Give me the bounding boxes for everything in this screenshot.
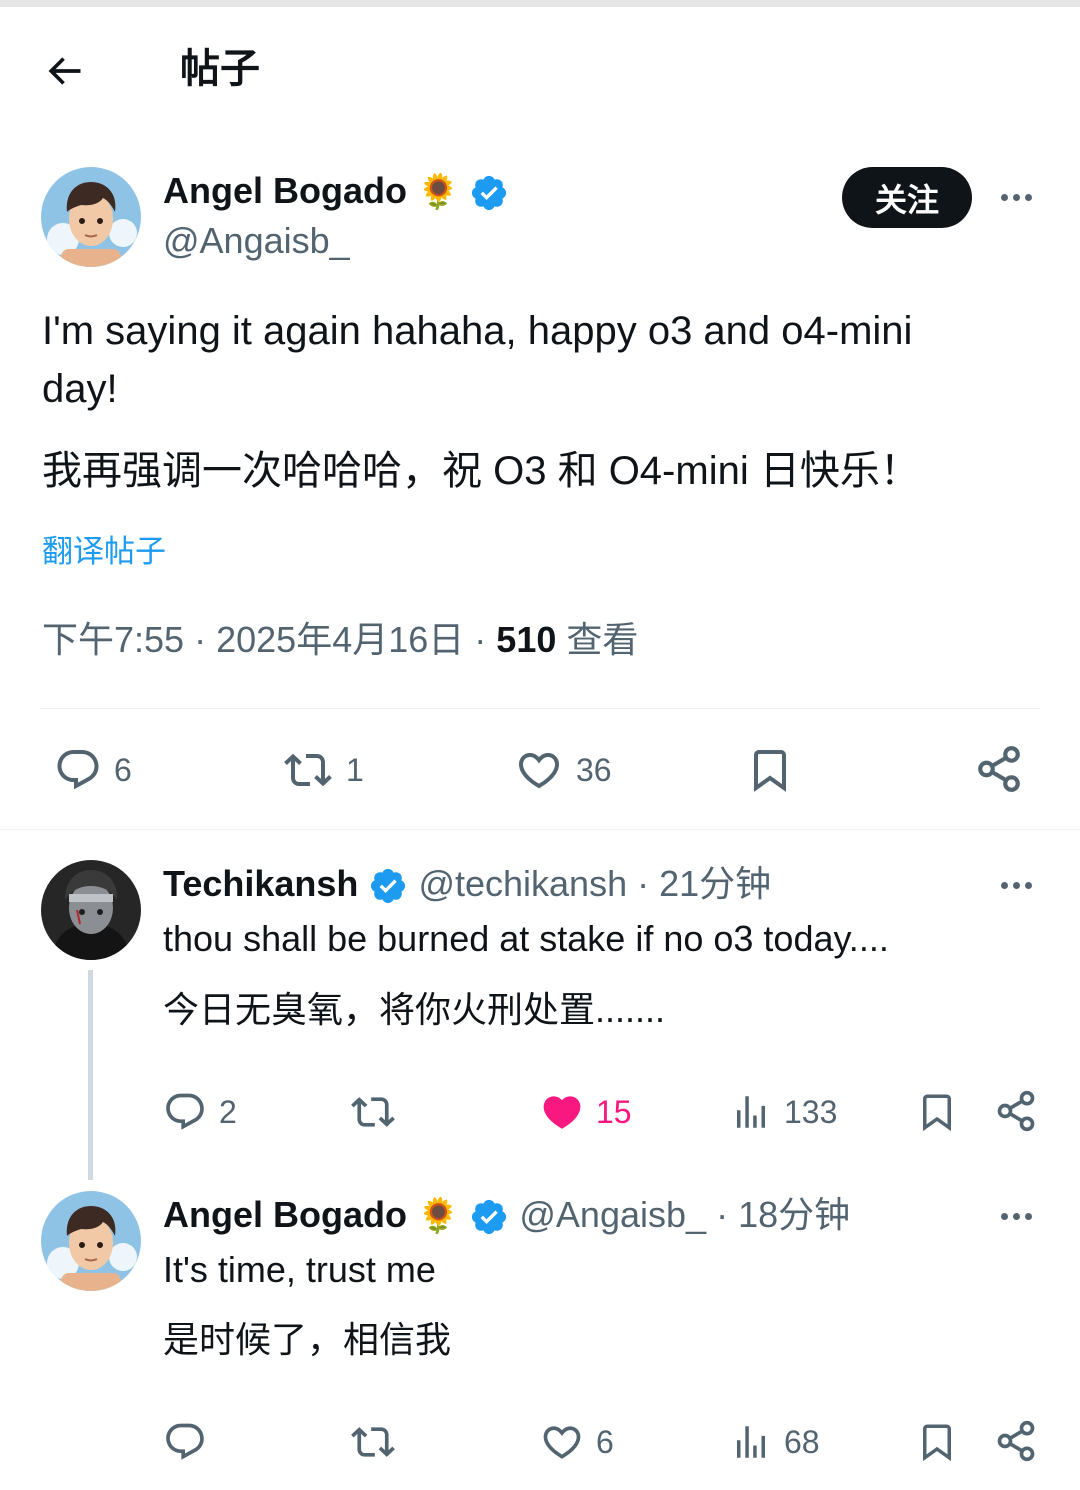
avatar-image: [41, 860, 141, 960]
bookmark-button[interactable]: [746, 744, 794, 796]
author-name-row[interactable]: Angel Bogado 🌻: [163, 169, 509, 214]
reply-share-button[interactable]: [994, 1418, 1038, 1464]
post-text-en-line1: I'm saying it again hahaha, happy o3 and…: [42, 309, 913, 353]
share-icon: [974, 744, 1024, 794]
avatar-image: [41, 167, 141, 267]
post-meta: 下午7:55 · 2025年4月16日 · 510 查看: [42, 616, 638, 664]
translate-post-link[interactable]: 翻译帖子: [42, 530, 166, 574]
bookmark-icon: [746, 744, 794, 796]
meta-separator: ·: [194, 619, 207, 660]
share-icon: [994, 1418, 1038, 1464]
post-text-en-line2: day!: [42, 367, 118, 411]
reply-text-en: thou shall be burned at stake if no o3 t…: [163, 918, 889, 959]
reply-more-options-button[interactable]: [994, 870, 1038, 900]
reply-author-name[interactable]: Angel Bogado: [163, 1194, 407, 1235]
author-avatar[interactable]: [41, 167, 141, 267]
reply-header: Angel Bogado 🌻 @Angaisb_ · 18分钟: [163, 1193, 850, 1238]
sunflower-emoji: 🌻: [417, 173, 460, 211]
repost-icon: [350, 1420, 396, 1464]
post-text-en: I'm saying it again hahaha, happy o3 and…: [42, 302, 1042, 418]
share-button[interactable]: [974, 744, 1024, 794]
thread-connector-line: [88, 970, 93, 1180]
divider: [0, 829, 1080, 830]
like-button[interactable]: 36: [514, 746, 612, 794]
reply-author-avatar[interactable]: [41, 860, 141, 960]
views-count: 68: [784, 1424, 820, 1460]
reply-like-button[interactable]: 6: [540, 1420, 614, 1464]
reply-icon: [54, 746, 102, 794]
reply-icon: [163, 1420, 207, 1464]
reply-author-handle[interactable]: @Angaisb_: [519, 1194, 706, 1235]
reply-author-handle[interactable]: @techikansh: [418, 863, 627, 904]
views-chart-icon: [730, 1420, 772, 1464]
post-text-zh: 我再强调一次哈哈哈，祝 O3 和 O4-mini 日快乐！: [42, 449, 920, 493]
views-chart-icon: [730, 1090, 772, 1134]
verified-badge-icon: [469, 173, 509, 213]
like-count: 36: [576, 752, 612, 788]
reply-text-zh: 是时候了，相信我: [163, 1319, 452, 1360]
reply-bookmark-button[interactable]: [916, 1088, 958, 1136]
post-time: 下午7:55: [42, 619, 185, 660]
reply-header: Techikansh @techikansh · 21分钟: [163, 862, 771, 906]
bookmark-icon: [916, 1088, 958, 1136]
repost-button[interactable]: 1: [282, 746, 364, 794]
divider: [40, 708, 1040, 709]
meta-separator: ·: [637, 863, 650, 904]
like-count: 6: [596, 1424, 614, 1460]
reply-author-avatar[interactable]: [41, 1191, 141, 1291]
repost-icon: [282, 746, 334, 794]
share-icon: [994, 1088, 1038, 1134]
back-button[interactable]: [38, 48, 90, 94]
post-date: 2025年4月16日: [216, 619, 465, 660]
reply-share-button[interactable]: [994, 1088, 1038, 1134]
reply-text-zh: 今日无臭氧，将你火刑处置.......: [163, 989, 666, 1030]
reply-button[interactable]: 6: [54, 746, 132, 794]
meta-separator: ·: [474, 619, 487, 660]
more-options-button[interactable]: [994, 182, 1038, 212]
back-arrow-icon: [42, 49, 86, 93]
follow-button[interactable]: 关注: [842, 167, 972, 228]
heart-filled-icon: [540, 1090, 584, 1134]
author-name: Angel Bogado: [163, 170, 407, 211]
heart-icon: [514, 746, 564, 794]
page-header: 帖子: [0, 20, 1080, 120]
reply-timestamp[interactable]: 21分钟: [659, 863, 771, 904]
reply-text-en: It's time, trust me: [163, 1249, 436, 1290]
sunflower-emoji: 🌻: [417, 1197, 460, 1235]
reply-like-button[interactable]: 15: [540, 1090, 632, 1134]
reply-repost-button[interactable]: [350, 1090, 396, 1134]
reply-reply-button[interactable]: [163, 1420, 207, 1464]
reply-timestamp[interactable]: 18分钟: [738, 1194, 850, 1235]
reply-reply-button[interactable]: 2: [163, 1090, 237, 1134]
like-count: 15: [596, 1094, 632, 1130]
heart-icon: [540, 1420, 584, 1464]
reply-views-button[interactable]: 133: [730, 1090, 837, 1134]
reply-count: 6: [114, 752, 132, 788]
meta-separator: ·: [716, 1194, 729, 1235]
repost-count: 1: [346, 752, 364, 788]
views-label: 查看: [566, 619, 639, 660]
reply-icon: [163, 1090, 207, 1134]
reply-bookmark-button[interactable]: [916, 1418, 958, 1466]
author-handle[interactable]: @Angaisb_: [163, 219, 350, 263]
repost-icon: [350, 1090, 396, 1134]
reply-views-button[interactable]: 68: [730, 1420, 820, 1464]
views-count: 510: [496, 619, 557, 660]
bookmark-icon: [916, 1418, 958, 1466]
verified-badge-icon: [469, 1197, 509, 1237]
avatar-image: [41, 1191, 141, 1291]
page-title: 帖子: [180, 47, 260, 91]
reply-repost-button[interactable]: [350, 1420, 396, 1464]
reply-more-options-button[interactable]: [994, 1201, 1038, 1231]
reply-author-name[interactable]: Techikansh: [163, 863, 358, 904]
reply-count: 2: [219, 1094, 237, 1130]
top-border: [0, 0, 1080, 7]
views-count: 133: [784, 1094, 838, 1130]
verified-badge-icon: [368, 866, 408, 906]
